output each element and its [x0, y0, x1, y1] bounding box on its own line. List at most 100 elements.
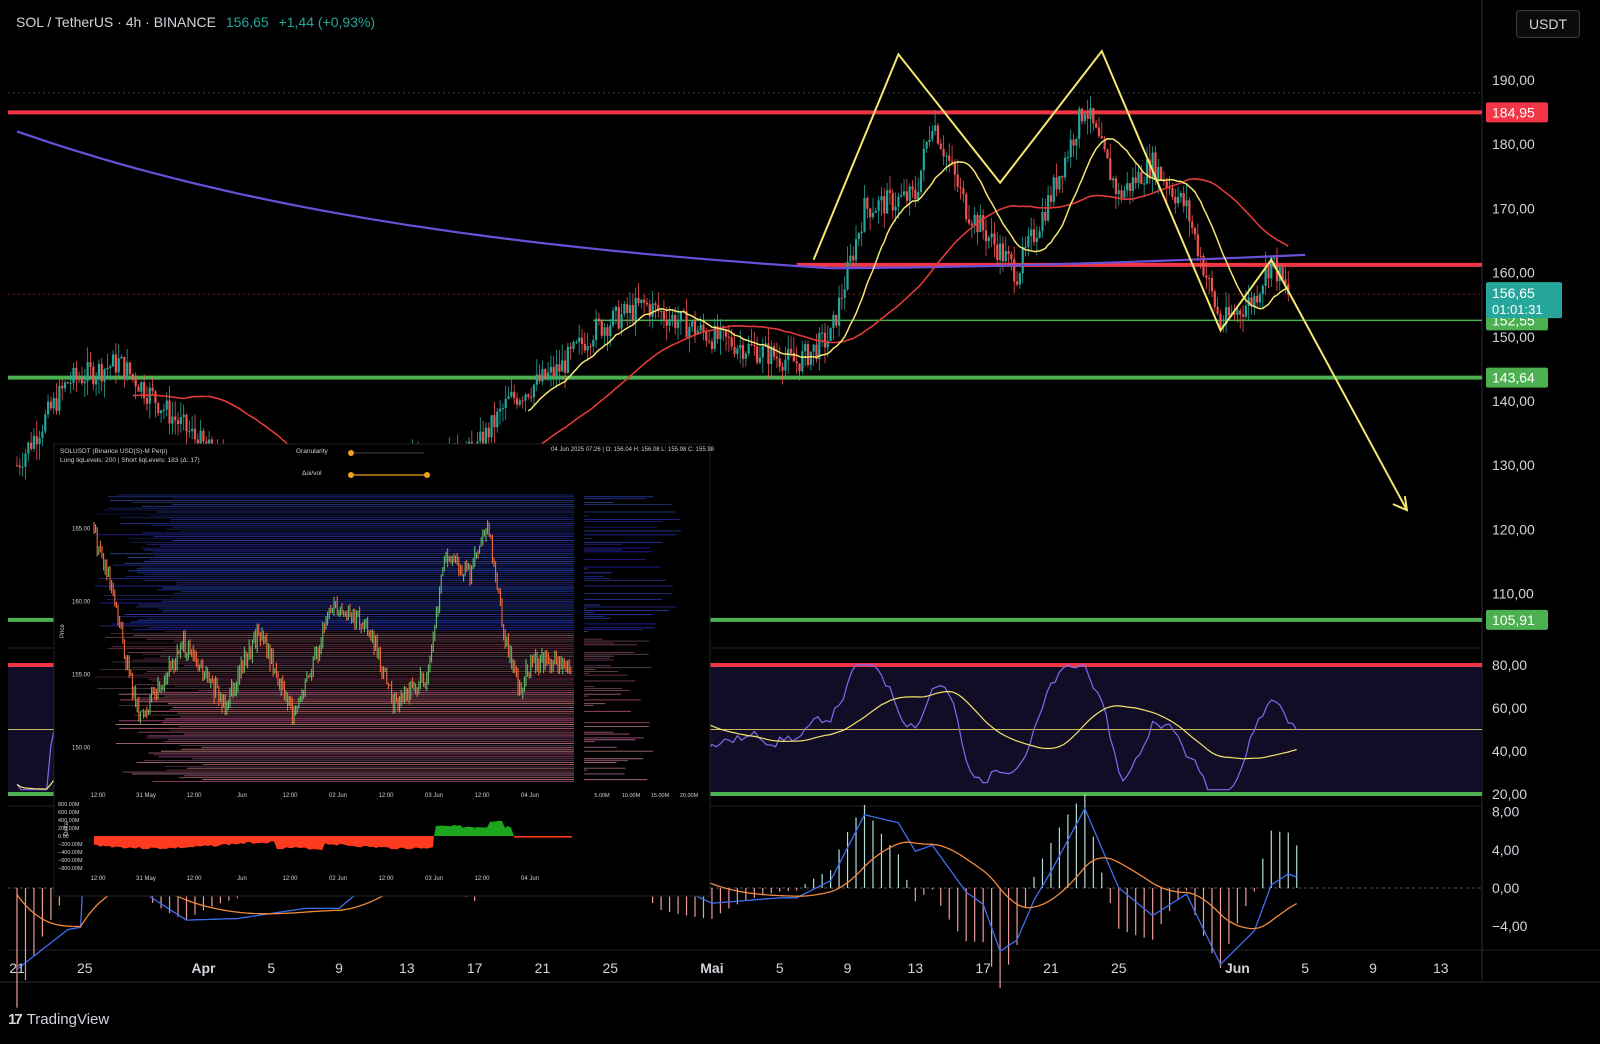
inset-time-tick: 12:00 [474, 793, 490, 799]
candle-body [518, 400, 521, 405]
candle-body [41, 431, 44, 438]
candle-body [823, 332, 827, 348]
candle-body [674, 314, 677, 328]
candle-body [922, 148, 925, 171]
candle-body [558, 364, 561, 372]
candle-body [159, 410, 163, 414]
candle-body [58, 385, 61, 412]
candle-body [157, 403, 160, 414]
candle-body [1055, 177, 1058, 190]
candle-body [1044, 211, 1047, 221]
chart-canvas[interactable]: SOLUSDT (Binance USD(S)-M Perp) Long liqL… [0, 0, 1600, 1039]
candle-body [1239, 310, 1242, 315]
candle-body [1021, 247, 1024, 274]
candle-body [643, 299, 646, 303]
candle-body [806, 344, 810, 365]
candle-body [685, 311, 688, 338]
candle-body [1131, 177, 1134, 191]
candle-body [645, 302, 649, 305]
candle-body [634, 297, 637, 321]
granularity-slider-handle [348, 450, 354, 456]
macd-axis-tick: 8,00 [1492, 804, 1519, 820]
candle-body [917, 192, 920, 199]
candle-body [1258, 294, 1262, 303]
candle-body [1128, 183, 1132, 191]
time-axis-tick: Mai [700, 960, 723, 976]
time-axis-tick: 9 [335, 960, 343, 976]
candle-body [114, 354, 117, 373]
candle-body [145, 398, 149, 404]
time-axis-tick: 21 [1043, 960, 1059, 976]
candle-body [623, 303, 626, 315]
candle-body [1010, 254, 1013, 260]
inset-price-tick: 155.00 [72, 673, 91, 679]
candle-body [35, 435, 38, 445]
candle-body [1063, 157, 1067, 178]
candle-body [38, 437, 41, 445]
price-axis-tick: 170,00 [1492, 200, 1535, 216]
candle-body [987, 237, 990, 242]
candle-body [97, 363, 101, 379]
price-axis-tick: 180,00 [1492, 136, 1535, 152]
candle-body [869, 208, 872, 218]
inset-delta-tick: −400.00M [58, 850, 83, 856]
inset-volume-tick: 5.00M [594, 793, 610, 799]
symbol-label: SOL / TetherUS · 4h · BINANCE [16, 14, 216, 30]
inset-title: SOLUSDT (Binance USD(S)-M Perp) [60, 448, 168, 455]
inset-volume-tick: 10.00M [622, 793, 641, 799]
candle-body [1241, 314, 1245, 317]
inset-delta-time-tick: 12:00 [378, 876, 394, 882]
candle-body [809, 351, 812, 365]
candle-body [999, 243, 1002, 261]
inset-delta-time-tick: 12:00 [186, 876, 202, 882]
candle-body [592, 340, 595, 347]
candle-body [773, 346, 776, 357]
candle-body [860, 231, 863, 234]
inset-delta-time-tick: 02 Jun [329, 876, 347, 882]
tradingview-logo-icon: 17 [8, 1011, 23, 1028]
candle-body [86, 362, 89, 382]
time-axis-tick: 9 [1369, 960, 1377, 976]
inset-delta-vol-label: Δoi/vol [302, 470, 322, 477]
heatmap-divider [574, 486, 580, 784]
time-axis-tick: 13 [399, 960, 415, 976]
inset-delta-time-tick: 31 May [136, 876, 156, 882]
candle-body [191, 428, 194, 432]
candle-body [1041, 211, 1044, 232]
currency-button[interactable]: USDT [1516, 10, 1580, 38]
candle-body [897, 196, 900, 207]
candle-body [479, 431, 482, 442]
candle-body [179, 417, 182, 425]
candle-body [1007, 251, 1010, 255]
chart-root[interactable]: SOLUSDT (Binance USD(S)-M Perp) Long liqL… [0, 0, 1600, 1039]
countdown-label: 01:01:31 [1492, 302, 1543, 317]
candle-body [1075, 138, 1078, 146]
candle-body [532, 384, 536, 398]
candle-body [1061, 175, 1064, 178]
candle-body [490, 415, 493, 438]
time-axis-tick: 13 [908, 960, 924, 976]
last-price: 156,65 [225, 14, 269, 30]
candle-body [970, 223, 973, 226]
tradingview-brand[interactable]: 17 TradingView [8, 1011, 109, 1028]
candle-body [705, 331, 708, 341]
level-tag-105: 105,91 [1492, 612, 1535, 628]
candle-body [600, 320, 603, 336]
candle-body [78, 378, 81, 380]
time-axis-tick: Apr [191, 960, 216, 976]
symbol-header[interactable]: SOL / TetherUS · 4h · BINANCE 156,65 +1,… [16, 14, 375, 30]
candle-body [1145, 159, 1149, 184]
macd-axis-tick: 4,00 [1492, 842, 1519, 858]
liquidation-inset: SOLUSDT (Binance USD(S)-M Perp) Long liqL… [53, 443, 715, 897]
candle-body [1244, 305, 1247, 317]
moving-average-long-line [16, 130, 1306, 270]
candle-body [535, 374, 538, 385]
inset-time-tick: 12:00 [378, 793, 394, 799]
candle-body [595, 318, 598, 341]
candle-body [942, 148, 945, 157]
candle-body [939, 143, 942, 149]
inset-volume-tick: 20.00M [680, 793, 699, 799]
candle-body [538, 374, 541, 382]
delta-vol-slider-handle-left [348, 472, 354, 478]
macd-axis-tick: −4,00 [1492, 918, 1528, 934]
